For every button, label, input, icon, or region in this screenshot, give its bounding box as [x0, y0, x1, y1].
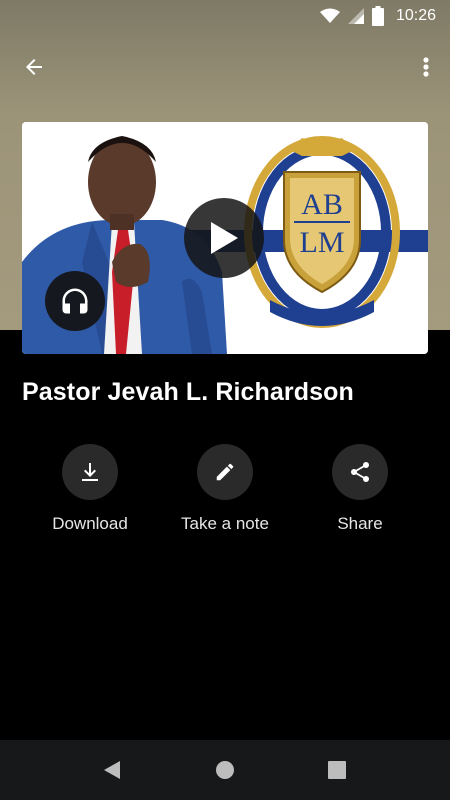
headphones-icon	[62, 288, 88, 314]
play-icon	[211, 222, 238, 254]
share-button[interactable]: Share	[290, 444, 430, 534]
pencil-icon	[216, 463, 234, 481]
media-thumbnail[interactable]: AB LM	[22, 122, 428, 354]
share-label: Share	[337, 514, 383, 533]
battery-icon	[371, 6, 384, 26]
nav-home-button[interactable]	[210, 755, 240, 785]
app-bar	[0, 40, 450, 90]
speaker-title: Pastor Jevah L. Richardson	[22, 378, 354, 406]
status-bar: 10:26	[0, 0, 450, 32]
audio-button[interactable]	[45, 271, 105, 331]
more-options-button[interactable]	[408, 47, 444, 87]
nav-recents-button[interactable]	[322, 755, 352, 785]
more-vert-icon	[423, 57, 429, 77]
take-note-button[interactable]: Take a note	[155, 444, 295, 534]
download-button[interactable]: Download	[20, 444, 160, 534]
back-button[interactable]	[14, 47, 54, 87]
signal-icon	[347, 8, 364, 24]
action-row: Download Take a note Share	[0, 444, 450, 544]
svg-text:AB: AB	[301, 188, 343, 221]
take-note-label: Take a note	[181, 514, 269, 533]
share-circle[interactable]	[332, 444, 388, 500]
nav-back-icon	[104, 761, 120, 779]
download-label: Download	[52, 514, 128, 533]
wifi-icon	[319, 8, 340, 24]
nav-recents-icon	[328, 761, 346, 779]
share-icon	[351, 462, 369, 482]
take-note-circle[interactable]	[197, 444, 253, 500]
svg-text:LM: LM	[300, 226, 345, 259]
system-nav-bar	[0, 740, 450, 800]
arrow-back-icon	[26, 59, 42, 75]
nav-back-button[interactable]	[97, 755, 127, 785]
download-circle[interactable]	[62, 444, 118, 500]
nav-home-icon	[216, 761, 234, 779]
status-time: 10:26	[395, 7, 436, 24]
download-icon	[82, 463, 98, 481]
play-button[interactable]	[184, 198, 264, 278]
